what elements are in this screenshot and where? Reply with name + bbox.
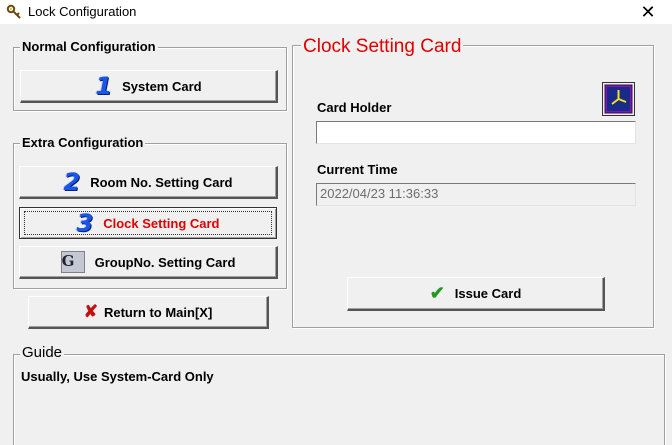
- client-area: Normal Configuration 1 System Card Extra…: [0, 24, 672, 445]
- current-time-field[interactable]: 2022/04/23 11:36:33: [316, 183, 636, 206]
- card-holder-label: Card Holder: [317, 100, 392, 115]
- green-check-icon: ✔: [429, 283, 445, 303]
- return-to-main-button[interactable]: ✘ Return to Main[X]: [28, 296, 269, 329]
- room-no-setting-card-label: Room No. Setting Card: [90, 174, 233, 190]
- number-one-icon: 1: [95, 72, 113, 100]
- close-button[interactable]: ✕: [638, 0, 658, 24]
- current-time-label: Current Time: [317, 162, 398, 177]
- normal-configuration-legend: Normal Configuration: [20, 39, 158, 55]
- title-bar: Lock Configuration ✕: [0, 0, 672, 24]
- extra-configuration-legend: Extra Configuration: [20, 135, 146, 151]
- issue-card-button[interactable]: ✔ Issue Card: [347, 277, 605, 311]
- guide-legend: Guide: [20, 344, 65, 361]
- issue-card-label: Issue Card: [454, 286, 522, 301]
- window-title: Lock Configuration: [28, 4, 137, 19]
- system-card-label: System Card: [122, 78, 202, 94]
- guide-text: Usually, Use System-Card Only: [21, 369, 214, 384]
- group-no-setting-card-button[interactable]: G GroupNo. Setting Card: [19, 246, 278, 279]
- group-no-setting-card-label: GroupNo. Setting Card: [94, 254, 236, 270]
- room-no-setting-card-button[interactable]: 2 Room No. Setting Card: [19, 166, 278, 199]
- number-two-icon: 2: [63, 168, 81, 196]
- clock-setting-card-button[interactable]: 3 Clock Setting Card: [19, 207, 277, 239]
- clock-icon: [602, 82, 635, 116]
- system-card-button[interactable]: 1 System Card: [20, 70, 278, 103]
- lock-key-icon: [6, 4, 22, 20]
- card-holder-input[interactable]: [316, 121, 636, 144]
- red-x-icon: ✘: [83, 302, 98, 321]
- clock-setting-card-title: Clock Setting Card: [301, 36, 464, 58]
- guide-group: Guide: [13, 345, 665, 445]
- group-g-icon: G: [60, 251, 85, 273]
- return-to-main-label: Return to Main[X]: [103, 304, 213, 320]
- current-time-value: 2022/04/23 11:36:33: [320, 186, 439, 201]
- focus-rectangle: [24, 211, 272, 235]
